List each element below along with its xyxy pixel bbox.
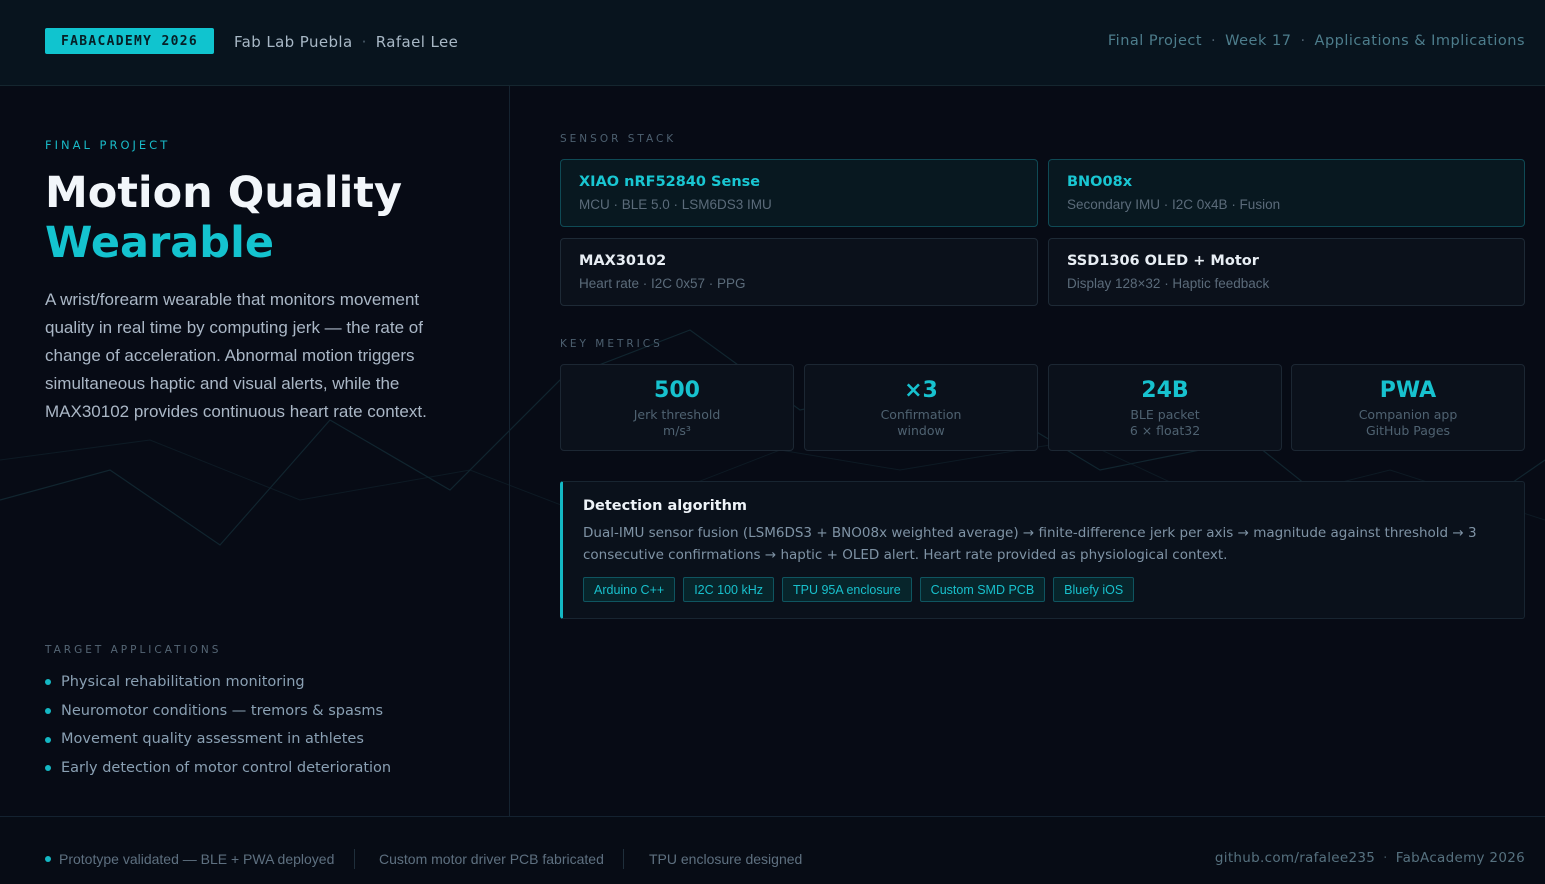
status-prototype: Prototype validated — BLE + PWA deployed	[45, 851, 334, 867]
left-column: FINAL PROJECT Motion Quality Wearable A …	[0, 86, 510, 816]
status-text: TPU enclosure designed	[649, 851, 803, 867]
list-item-text: Neuromotor conditions — tremors & spasms	[61, 702, 384, 719]
metric-label: Companion app	[1358, 407, 1458, 422]
list-item: Physical rehabilitation monitoring	[45, 668, 391, 697]
list-item-text: Physical rehabilitation monitoring	[61, 673, 305, 690]
metric-sublabel: GitHub Pages	[1365, 423, 1451, 438]
sensor-card-oled-motor: SSD1306 OLED + Motor Display 128×32 · Ha…	[1048, 238, 1525, 306]
metric-sublabel: 6 × float32	[1129, 423, 1201, 438]
bullet-dot-icon	[45, 708, 51, 715]
tag-i2c: I2C 100 kHz	[683, 577, 774, 602]
sensor-card-xiao: XIAO nRF52840 Sense MCU · BLE 5.0 · LSM6…	[560, 159, 1038, 227]
list-item: Neuromotor conditions — tremors & spasms	[45, 697, 391, 726]
sensor-details: Heart rate · I2C 0x57 · PPG	[579, 276, 746, 291]
list-item: Movement quality assessment in athletes	[45, 725, 391, 754]
section-kicker: FINAL PROJECT	[45, 138, 171, 152]
breadcrumb-item-final-project[interactable]: Final Project	[1108, 33, 1202, 49]
sensor-name: MAX30102	[579, 253, 667, 269]
metric-card-jerk-threshold: 500 Jerk threshold m/s³	[560, 364, 794, 451]
metric-label: Confirmation	[880, 407, 962, 422]
status-enclosure: TPU enclosure designed	[649, 851, 802, 867]
top-header: FABACADEMY 2026 Fab Lab Puebla · Rafael Le…	[0, 0, 1545, 86]
metric-sublabel: window	[897, 423, 945, 438]
sensor-name: SSD1306 OLED + Motor	[1067, 253, 1259, 269]
separator-dot: ·	[1211, 33, 1217, 49]
sensor-details: Display 128×32 · Haptic feedback	[1067, 276, 1270, 291]
metric-value: 500	[654, 378, 700, 403]
status-text: Prototype validated — BLE + PWA deployed	[59, 851, 335, 867]
metric-card-pwa: PWA Companion app GitHub Pages	[1291, 364, 1525, 451]
breadcrumb-item-applications[interactable]: Applications & Implications	[1315, 33, 1525, 49]
key-metrics-label: KEY METRICS	[560, 338, 663, 350]
bullet-dot-icon	[45, 679, 51, 686]
footer-divider	[623, 849, 624, 869]
sensor-card-max30102: MAX30102 Heart rate · I2C 0x57 · PPG	[560, 238, 1038, 306]
header-lab-author: Fab Lab Puebla · Rafael Lee	[234, 33, 458, 51]
sensor-details: Secondary IMU · I2C 0x4B · Fusion	[1067, 197, 1281, 212]
page-title-line1: Motion Quality	[45, 168, 402, 218]
list-item-text: Movement quality assessment in athletes	[61, 731, 364, 748]
metric-value: 24B	[1141, 378, 1189, 403]
sensor-details: MCU · BLE 5.0 · LSM6DS3 IMU	[579, 197, 772, 212]
sensor-name: BNO08x	[1067, 174, 1133, 190]
program-name: FabAcademy 2026	[1395, 850, 1525, 866]
sensor-name: XIAO nRF52840 Sense	[579, 174, 761, 190]
tag-arduino: Arduino C++	[583, 577, 676, 602]
lab-name: Fab Lab Puebla	[234, 33, 353, 51]
tag-tpu-enclosure: TPU 95A enclosure	[781, 577, 912, 602]
separator-dot: ·	[1383, 850, 1388, 866]
tag-custom-pcb: Custom SMD PCB	[919, 577, 1046, 602]
metric-value: ×3	[904, 378, 938, 403]
metric-sublabel: m/s³	[663, 423, 691, 438]
metric-card-ble-packet: 24B BLE packet 6 × float32	[1048, 364, 1282, 451]
bullet-dot-icon	[45, 736, 51, 743]
separator-dot: ·	[361, 33, 367, 51]
breadcrumb: Final Project · Week 17 · Applications & Imp…	[1108, 33, 1525, 49]
list-item-text: Early detection of motor control deterio…	[61, 759, 392, 776]
metric-label: Jerk threshold	[633, 407, 721, 422]
status-pcb: Custom motor driver PCB fabricated	[379, 851, 604, 867]
author-name: Rafael Lee	[375, 33, 459, 51]
separator-dot: ·	[1300, 33, 1306, 49]
status-dot-icon	[45, 856, 51, 862]
metric-card-confirmation: ×3 Confirmation window	[804, 364, 1038, 451]
applications-list: Physical rehabilitation monitoring Neuro…	[45, 668, 391, 783]
fabacademy-badge: FABACADEMY 2026	[45, 28, 214, 54]
status-text: Custom motor driver PCB fabricated	[379, 851, 604, 867]
tag-bluefy: Bluefy iOS	[1053, 577, 1135, 602]
page-title-line2: Wearable	[45, 218, 274, 268]
bullet-dot-icon	[45, 765, 51, 772]
metric-value: PWA	[1379, 378, 1437, 403]
breadcrumb-item-week[interactable]: Week 17	[1225, 33, 1291, 49]
sensor-stack-label: SENSOR STACK	[560, 133, 677, 145]
metric-label: BLE packet	[1130, 407, 1200, 422]
applications-label: TARGET APPLICATIONS	[45, 644, 222, 656]
sensor-card-bno08x: BNO08x Secondary IMU · I2C 0x4B · Fusion	[1048, 159, 1525, 227]
detection-algorithm-panel: Detection algorithm Dual-IMU sensor fusi…	[560, 481, 1525, 619]
github-link[interactable]: github.com/rafalee235	[1215, 850, 1375, 866]
footer-divider	[354, 849, 355, 869]
list-item: Early detection of motor control deterio…	[45, 754, 391, 783]
algorithm-description: Dual-IMU sensor fusion (LSM6DS3 + BNO08x…	[583, 525, 1477, 563]
project-description: A wrist/forearm wearable that monitors m…	[45, 290, 427, 421]
tech-tags: Arduino C++ I2C 100 kHz TPU 95A enclosur…	[583, 577, 1504, 602]
algorithm-title: Detection algorithm	[583, 498, 748, 514]
footer: Prototype validated — BLE + PWA deployed…	[0, 816, 1545, 884]
footer-links: github.com/rafalee235 · FabAcademy 2026	[1215, 850, 1525, 866]
